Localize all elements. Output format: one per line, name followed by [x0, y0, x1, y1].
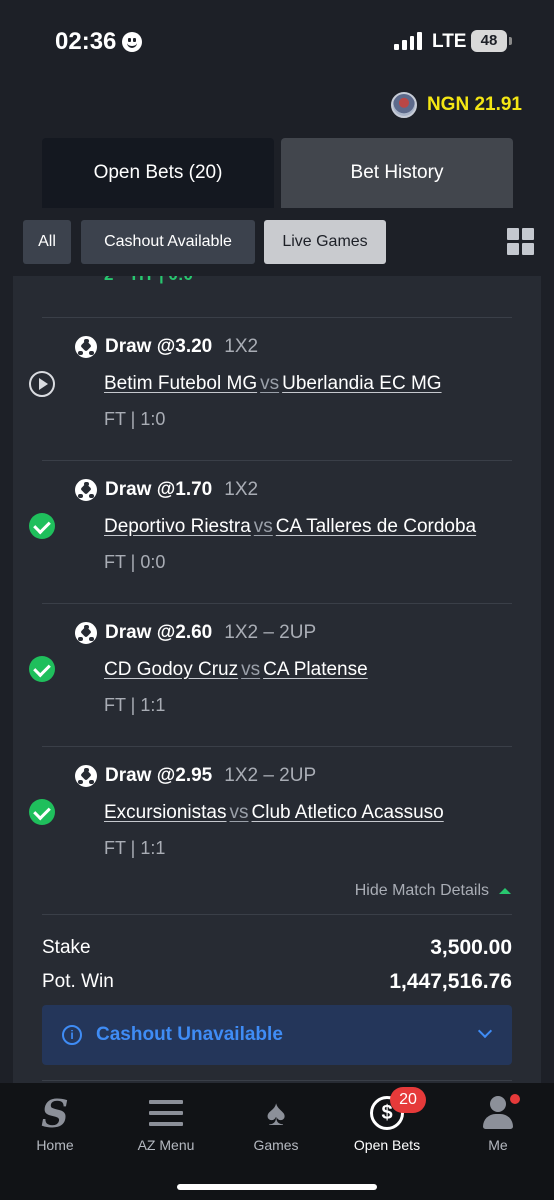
notification-dot: [510, 1094, 520, 1104]
nav-label: Home: [36, 1137, 74, 1153]
check-icon: [29, 513, 55, 539]
soccer-ball-icon: [75, 622, 97, 644]
bet-card: 2ⁿᵈ HT | 0:0 Draw @3.20 1X2 Betim Futebo…: [13, 276, 541, 1086]
nav-home[interactable]: S Home: [0, 1083, 110, 1163]
hide-details-label: Hide Match Details: [354, 882, 489, 899]
vs-label: vs: [260, 373, 280, 394]
signal-icon: [394, 32, 422, 50]
leg-market: 1X2 – 2UP: [224, 622, 317, 643]
tab-open-bets[interactable]: Open Bets (20): [42, 138, 274, 208]
home-team-link[interactable]: CD Godoy Cruz: [104, 659, 238, 680]
filter-all[interactable]: All: [23, 220, 71, 264]
time-text: 02:36: [55, 28, 117, 55]
check-icon: [29, 656, 55, 682]
pot-win-value: 1,447,516.76: [389, 970, 512, 993]
leg-teams: Deportivo Riestra vs CA Talleres de Cordob…: [104, 516, 476, 538]
nav-label: Games: [253, 1137, 299, 1153]
leg-teams: Betim Futebol MG vs Uberlandia EC MG: [104, 373, 442, 395]
leg-teams: CD Godoy Cruz vs CA Platense: [104, 659, 368, 681]
leg-title: Draw @2.60 1X2 – 2UP: [75, 622, 316, 644]
summary-divider: [42, 914, 512, 915]
away-team-link[interactable]: CA Talleres de Cordoba: [276, 516, 476, 537]
nav-az-menu[interactable]: AZ Menu: [111, 1083, 221, 1163]
tab-bet-history[interactable]: Bet History: [281, 138, 513, 208]
status-time: 02:36: [55, 28, 143, 56]
leg-teams: Excursionistas vs Club Atletico Acassuso: [104, 802, 444, 824]
check-icon: [29, 799, 55, 825]
soccer-ball-icon: [75, 765, 97, 787]
status-bar: 02:36 LTE 48: [0, 0, 554, 84]
spade-icon: ♠: [266, 1092, 286, 1133]
leg-title: Draw @3.20 1X2: [75, 336, 258, 358]
partial-score-row: 2ⁿᵈ HT | 0:0: [104, 276, 193, 285]
home-team-link[interactable]: Deportivo Riestra: [104, 516, 251, 537]
leg-divider: [42, 460, 512, 461]
page: 02:36 LTE 48 NGN 21.91 Open Bets (20) Be…: [0, 0, 554, 1200]
leg-score: FT | 1:1: [104, 838, 166, 858]
stake-value: 3,500.00: [430, 936, 512, 959]
leg-divider: [42, 746, 512, 747]
battery-icon: 48: [471, 30, 507, 52]
away-team-link[interactable]: CA Platense: [263, 659, 368, 680]
vs-label: vs: [253, 516, 273, 537]
person-icon: [482, 1091, 520, 1135]
cashout-label: Cashout Unavailable: [96, 1024, 283, 1045]
stake-label: Stake: [42, 937, 91, 958]
play-icon[interactable]: [29, 371, 55, 397]
balance-amount: NGN 21.91: [426, 94, 522, 115]
nav-me[interactable]: Me: [443, 1083, 553, 1163]
menu-icon: [149, 1091, 183, 1135]
battery-tip: [509, 37, 512, 45]
hide-match-details-toggle[interactable]: Hide Match Details: [355, 882, 511, 900]
soccer-ball-icon: [75, 479, 97, 501]
smiley-icon: [122, 32, 143, 52]
open-bets-badge: 20: [390, 1087, 426, 1113]
bottom-nav: S Home AZ Menu ♠ Games $ 20 Open Bets Me: [0, 1083, 554, 1200]
soccer-ball-icon: [75, 336, 97, 358]
leg-market: 1X2: [224, 336, 259, 357]
leg-score: FT | 0:0: [104, 552, 166, 572]
vs-label: vs: [229, 802, 249, 823]
nav-label: Me: [488, 1137, 508, 1153]
filter-bar: All Cashout Available Live Games: [0, 208, 554, 276]
home-indicator[interactable]: [177, 1184, 377, 1190]
away-team-link[interactable]: Club Atletico Acassuso: [252, 802, 444, 823]
leg-pick: Draw @2.95: [105, 765, 213, 786]
balance[interactable]: NGN 21.91: [390, 92, 522, 118]
grid-view-icon[interactable]: [507, 228, 534, 255]
card-divider: [42, 1080, 512, 1081]
avatar-icon: [390, 92, 417, 118]
leg-score: FT | 1:0: [104, 409, 166, 429]
info-icon: i: [62, 1025, 82, 1045]
home-team-link[interactable]: Betim Futebol MG: [104, 373, 257, 394]
pot-win-label: Pot. Win: [42, 971, 114, 992]
leg-score: FT | 1:1: [104, 695, 166, 715]
caret-up-icon: [499, 888, 511, 894]
filter-live-games[interactable]: Live Games: [264, 220, 386, 264]
nav-label: Open Bets: [353, 1137, 421, 1153]
leg-pick: Draw @3.20: [105, 336, 213, 357]
leg-divider: [42, 317, 512, 318]
vs-label: vs: [241, 659, 261, 680]
network-label: LTE: [432, 31, 467, 52]
leg-market: 1X2: [224, 479, 259, 500]
open-bets-icon: $ 20: [370, 1087, 426, 1135]
leg-title: Draw @2.95 1X2 – 2UP: [75, 765, 316, 787]
nav-open-bets[interactable]: $ 20 Open Bets: [332, 1083, 442, 1163]
leg-market: 1X2 – 2UP: [224, 765, 317, 786]
nav-games[interactable]: ♠ Games: [221, 1083, 331, 1163]
leg-pick: Draw @1.70: [105, 479, 213, 500]
leg-pick: Draw @2.60: [105, 622, 213, 643]
home-team-link[interactable]: Excursionistas: [104, 802, 227, 823]
nav-label: AZ Menu: [137, 1137, 195, 1153]
cashout-unavailable-panel[interactable]: i Cashout Unavailable: [42, 1005, 512, 1065]
chevron-down-icon: [477, 1023, 493, 1039]
leg-title: Draw @1.70 1X2: [75, 479, 258, 501]
leg-divider: [42, 603, 512, 604]
s-logo-icon: S: [41, 1090, 69, 1136]
away-team-link[interactable]: Uberlandia EC MG: [282, 373, 441, 394]
filter-cashout-available[interactable]: Cashout Available: [81, 220, 255, 264]
